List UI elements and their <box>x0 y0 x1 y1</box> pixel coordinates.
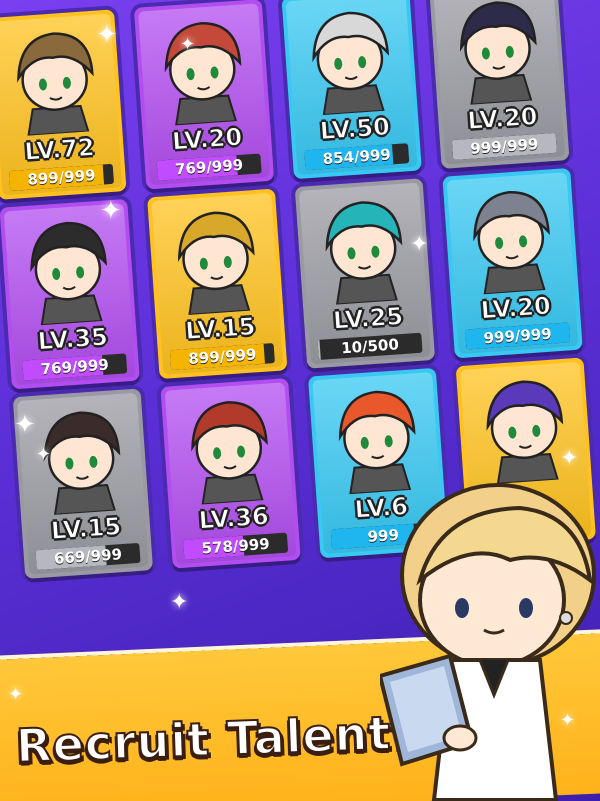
character-portrait <box>191 401 268 506</box>
character-card[interactable]: LV.50 854/999 <box>281 0 422 180</box>
host-character <box>380 483 596 801</box>
character-portrait <box>30 221 108 327</box>
sparkle-icon: ✦ <box>410 232 429 257</box>
sparkle-icon: ✦ <box>96 20 118 50</box>
character-portrait <box>17 32 94 137</box>
character-card[interactable]: LV.20 999/999 <box>429 0 570 169</box>
game-screen: LV.72 899/999 LV.20 769/999 LV.50 854/999 LV.2… <box>0 0 600 801</box>
character-portrait <box>325 201 403 306</box>
sparkle-icon: ✦ <box>100 196 122 226</box>
character-portrait <box>473 190 550 296</box>
sparkle-icon: ✦ <box>14 410 36 440</box>
character-card[interactable]: LV.36 578/999 <box>160 378 301 569</box>
character-card[interactable]: LV.15 899/999 <box>147 188 288 380</box>
sparkle-icon: ✦ <box>180 34 196 55</box>
character-portrait <box>177 211 255 316</box>
character-card[interactable]: LV.20 999/999 <box>442 167 583 359</box>
character-portrait <box>459 1 537 106</box>
sparkle-icon: ✦ <box>8 684 24 705</box>
character-card[interactable]: LV.20 769/999 <box>133 0 275 190</box>
sparkle-icon: ✦ <box>170 590 189 615</box>
character-portrait <box>164 22 242 127</box>
character-card[interactable]: LV.35 769/999 <box>0 198 140 390</box>
character-card[interactable]: LV.25 10/500 <box>294 178 436 369</box>
character-portrait <box>312 11 390 117</box>
sparkle-icon: ✦ <box>560 446 579 471</box>
sparkle-icon: ✦ <box>36 444 52 465</box>
character-portrait <box>338 390 416 496</box>
